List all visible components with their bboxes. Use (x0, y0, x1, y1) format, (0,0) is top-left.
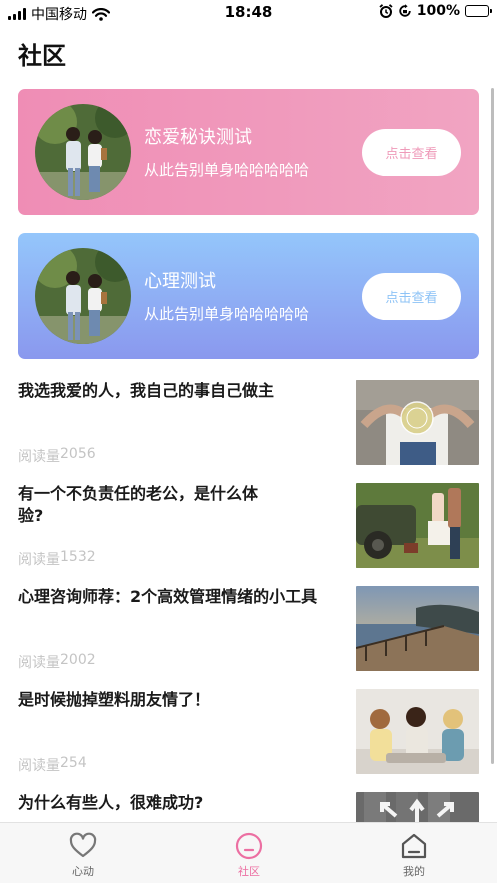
home-icon (401, 833, 427, 859)
article-item[interactable]: 心理咨询师荐：2个高效管理情绪的小工具 阅读量 2002 (0, 586, 497, 689)
tab-profile[interactable]: 我的 (354, 823, 474, 883)
tab-label: 我的 (403, 865, 425, 878)
heart-icon (69, 832, 97, 858)
scrollbar[interactable] (491, 88, 494, 764)
love-test-banner[interactable]: 恋爱秘诀测试 从此告别单身哈哈哈哈哈 点击查看 (18, 89, 479, 215)
alarm-icon (379, 4, 393, 18)
article-title: 为什么有些人，很难成功? (18, 793, 204, 812)
psychology-test-banner[interactable]: 心理测试 从此告别单身哈哈哈哈哈 点击查看 (18, 233, 479, 359)
banner-title: 心理测试 (144, 271, 216, 292)
view-psychology-test-button[interactable]: 点击查看 (362, 273, 461, 320)
tab-community[interactable]: 社区 (189, 823, 309, 883)
couple-photo (35, 104, 131, 200)
community-icon (235, 832, 263, 860)
article-item[interactable]: 我选我爱的人，我自己的事自己做主 阅读量 2056 (0, 380, 497, 483)
article-title: 是时候抛掉塑料朋友情了！ (18, 690, 211, 709)
article-thumbnail (356, 483, 479, 568)
article-item[interactable]: 有一个不负责任的老公，是什么体验? 阅读量 1532 (0, 483, 497, 586)
battery-percent: 100% (416, 3, 460, 19)
article-thumbnail (356, 689, 479, 774)
tab-label: 社区 (238, 865, 260, 878)
battery-icon (465, 5, 492, 17)
couple-photo (35, 248, 131, 344)
view-love-test-button[interactable]: 点击查看 (362, 129, 461, 176)
read-count: 阅读量 2056 (18, 446, 96, 465)
tab-label: 心动 (72, 865, 94, 878)
article-title: 有一个不负责任的老公，是什么体验? (18, 484, 259, 525)
article-title: 心理咨询师荐：2个高效管理情绪的小工具 (18, 587, 318, 606)
article-thumbnail (356, 380, 479, 465)
banner-subtitle: 从此告别单身哈哈哈哈哈 (144, 305, 310, 323)
page-title: 社区 (18, 42, 66, 70)
community-screen: 中国移动 18:48 100% 社区 恋爱秘诀测试 从此告别单身哈哈哈哈哈 点击… (0, 0, 497, 883)
banner-title: 恋爱秘诀测试 (144, 127, 252, 148)
article-item[interactable]: 是时候抛掉塑料朋友情了！ 阅读量 254 (0, 689, 497, 792)
tab-bar: 心动 社区 我的 (0, 822, 497, 883)
read-count: 阅读量 2002 (18, 652, 96, 671)
read-count: 阅读量 1532 (18, 549, 96, 568)
article-title: 我选我爱的人，我自己的事自己做主 (18, 381, 275, 400)
orientation-lock-icon (399, 4, 411, 17)
read-count: 阅读量 254 (18, 755, 87, 774)
tab-heartbeat[interactable]: 心动 (23, 823, 143, 883)
banner-subtitle: 从此告别单身哈哈哈哈哈 (144, 161, 310, 179)
article-thumbnail (356, 586, 479, 671)
status-bar: 中国移动 18:48 100% (0, 0, 497, 24)
